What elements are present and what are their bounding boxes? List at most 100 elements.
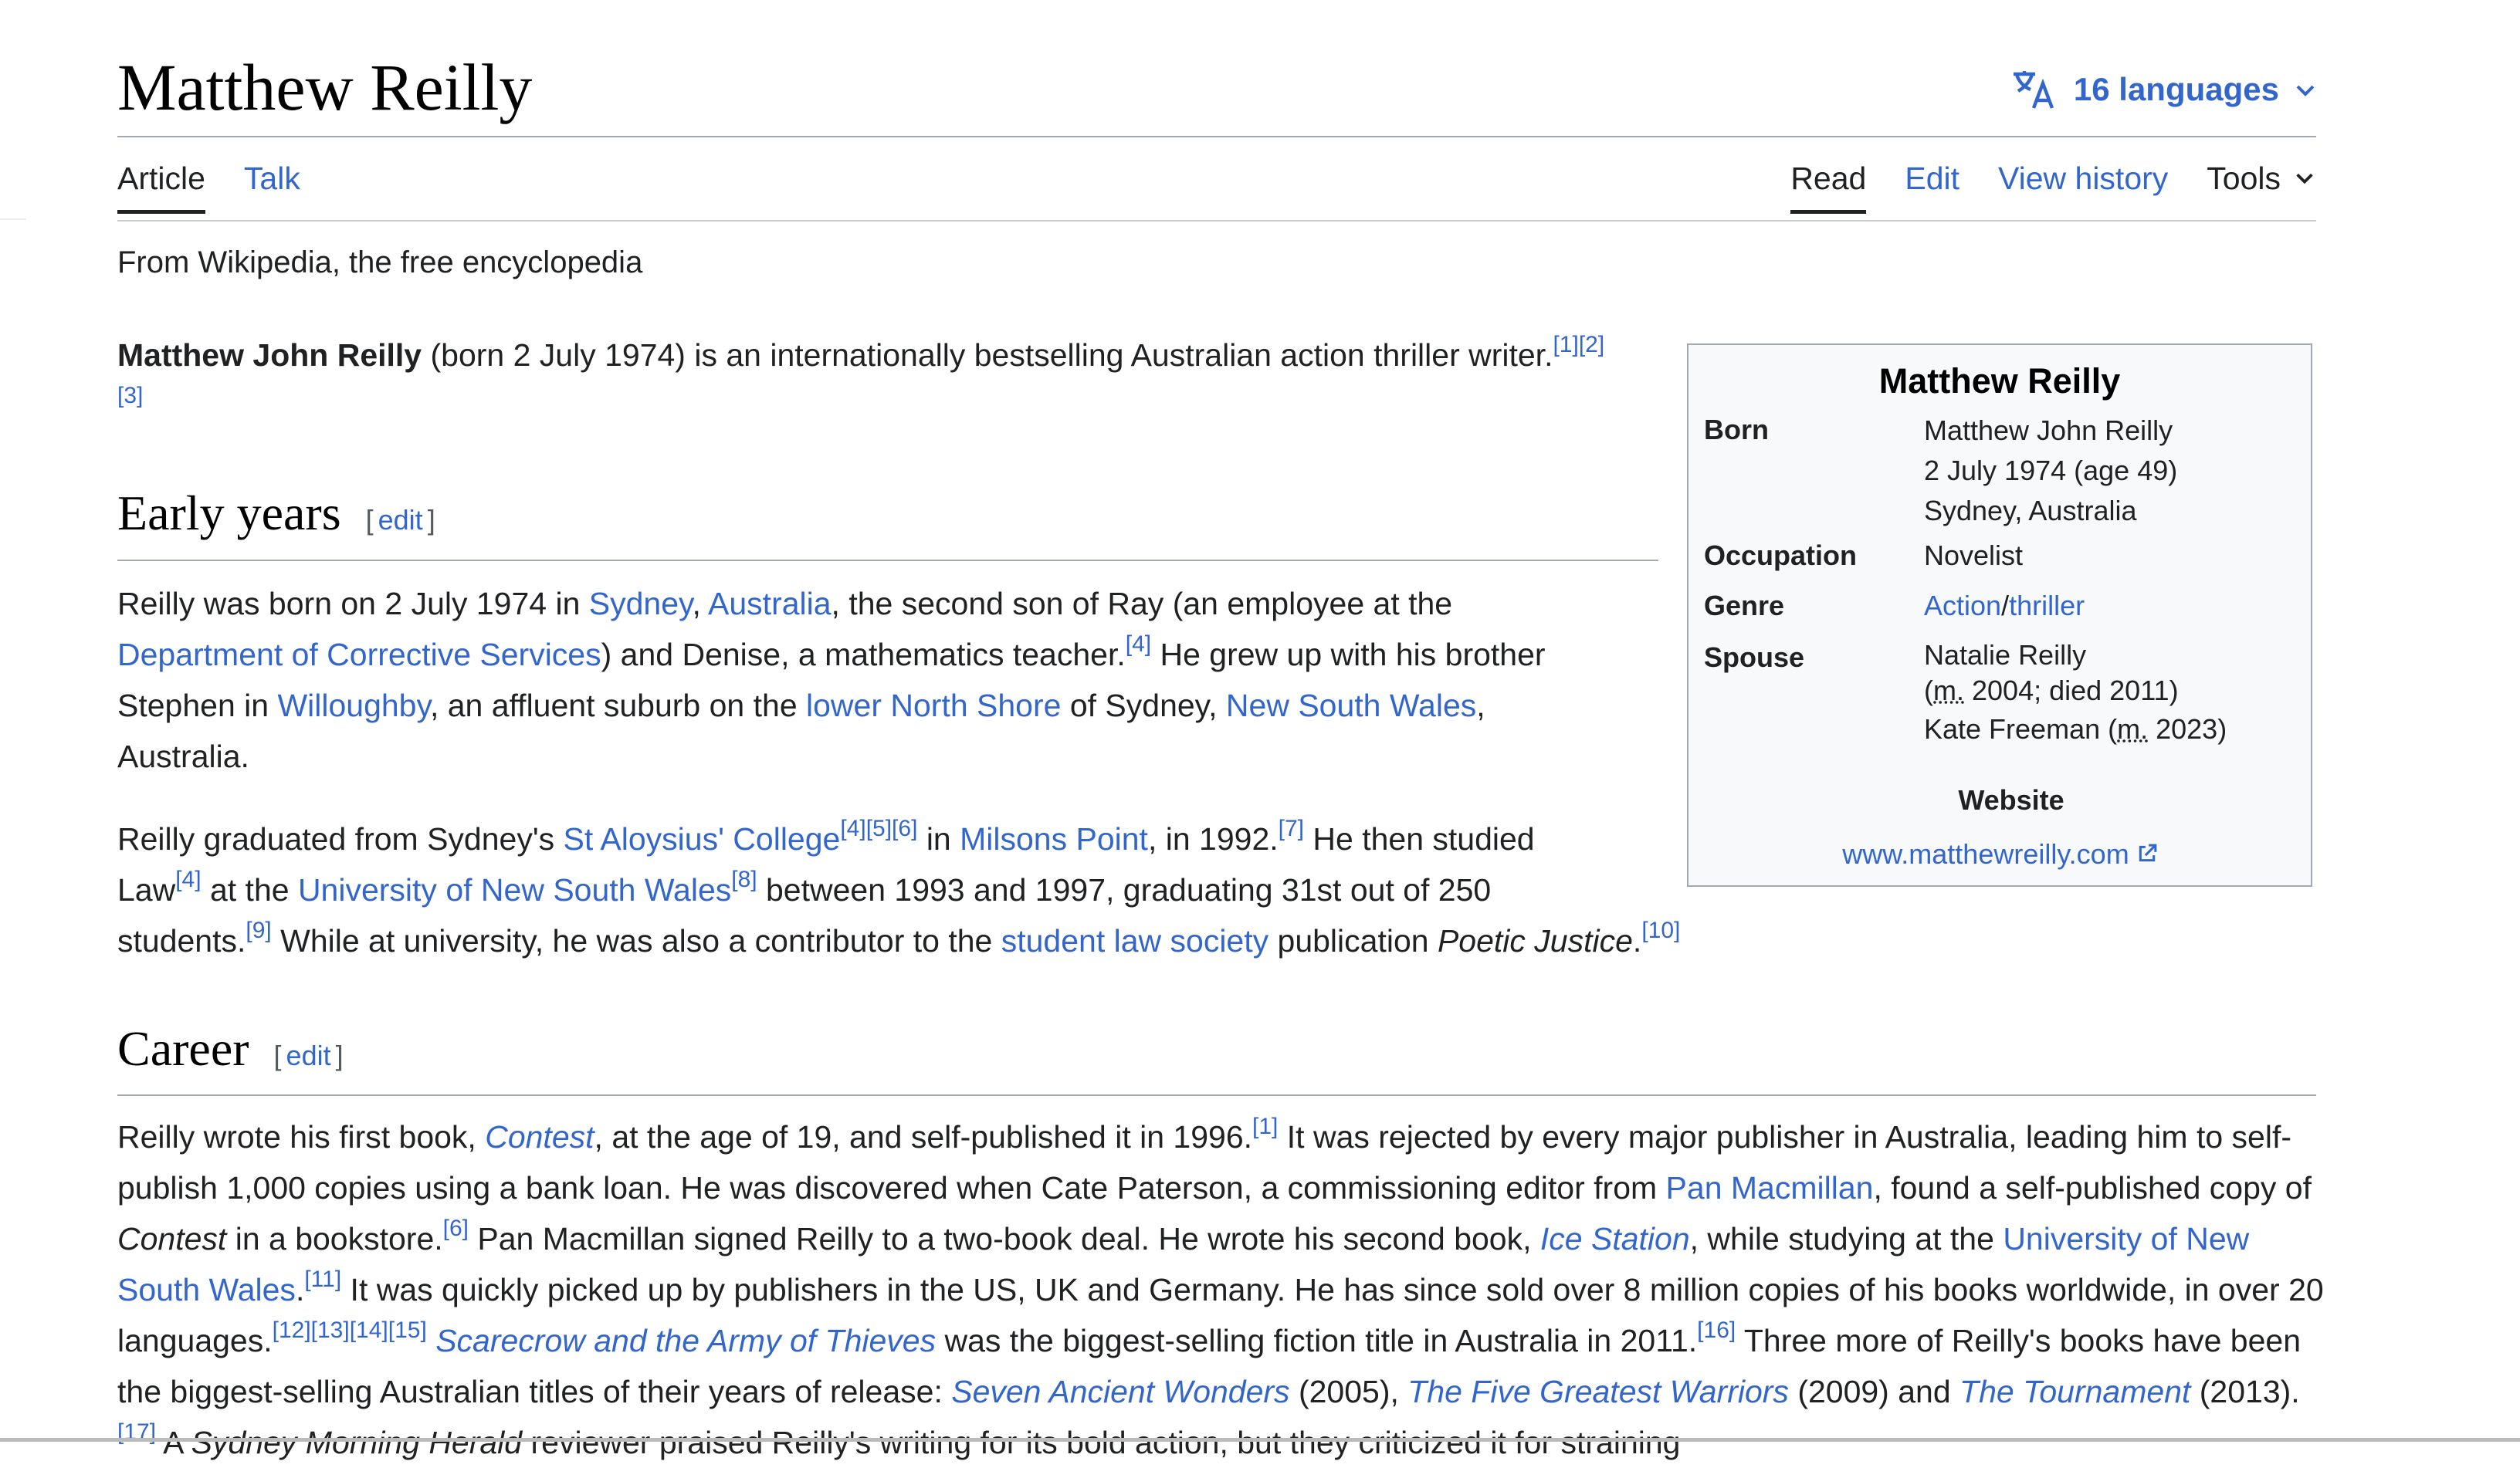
citation-ref[interactable]: [4] — [175, 867, 201, 892]
genre-separator: / — [2001, 590, 2010, 621]
languages-button[interactable]: 16 languages — [2010, 68, 2318, 111]
tab-article[interactable]: Article — [117, 161, 205, 214]
text-run: , an affluent suburb on the — [429, 688, 807, 723]
text-run: , found a self-published copy of — [1873, 1170, 2312, 1206]
wiki-link[interactable]: Milsons Point — [960, 821, 1148, 857]
text-run: ) and Denise, a mathematics teacher. — [601, 637, 1126, 672]
text-run: Reilly wrote his first book, — [117, 1119, 486, 1155]
infobox-label: Website — [1958, 784, 2064, 816]
section-divider — [117, 1094, 2316, 1096]
section-heading-early-years: Early years [edit] — [117, 485, 435, 542]
wiki-link[interactable]: The Tournament — [1959, 1374, 2190, 1409]
wiki-link[interactable]: St Aloysius' College — [564, 821, 841, 857]
tab-edit[interactable]: Edit — [1905, 161, 1959, 214]
spouse-2: Kate Freeman (m. 2023) — [1924, 709, 2295, 749]
wiki-link[interactable]: lower North Shore — [806, 688, 1061, 723]
wiki-link[interactable]: Seven Ancient Wonders — [951, 1374, 1289, 1409]
text-run: , — [692, 586, 709, 621]
married-abbr: m. — [1933, 675, 1964, 706]
site-tagline: From Wikipedia, the free encyclopedia — [117, 245, 643, 279]
edit-link[interactable]: edit — [286, 1040, 331, 1071]
citation-ref[interactable]: [10] — [1641, 918, 1680, 943]
text-run: (2005), — [1289, 1374, 1408, 1409]
early-years-paragraph-2: Reilly graduated from Sydney's St Aloysi… — [117, 813, 1893, 966]
text-run: was the biggest-selling fiction title in… — [936, 1323, 1698, 1358]
citation-ref[interactable]: [4] — [1126, 631, 1151, 657]
chevron-down-icon — [2293, 77, 2318, 102]
infobox-value: Novelist — [1924, 540, 2024, 571]
view-tabs: Read Edit View history Tools — [1790, 161, 2316, 214]
text-run: . — [295, 1272, 305, 1307]
heading-text: Career — [117, 1021, 249, 1076]
edit-link[interactable]: edit — [378, 504, 423, 536]
italic-text: Poetic Justice — [1437, 923, 1633, 959]
tab-read[interactable]: Read — [1790, 161, 1867, 214]
tab-talk[interactable]: Talk — [244, 161, 300, 214]
early-years-paragraph-1: Reilly was born on 2 July 1974 in Sydney… — [117, 578, 1615, 782]
wiki-link[interactable]: Ice Station — [1540, 1221, 1690, 1257]
citation-ref[interactable]: [6] — [443, 1216, 469, 1241]
section-edit: [edit] — [273, 1040, 344, 1071]
wiki-link[interactable]: Scarecrow and the Army of Thieves — [435, 1323, 936, 1358]
career-paragraph: Reilly wrote his first book, Contest, at… — [117, 1111, 2325, 1468]
viewport-edge — [0, 1438, 2520, 1442]
citation-ref[interactable]: [9] — [246, 918, 271, 943]
text-run: A — [156, 1425, 191, 1460]
wiki-link[interactable]: New South Wales — [1226, 688, 1476, 723]
born-date: 2 July 1974 (age 49) — [1924, 455, 2178, 486]
sidebar-edge — [0, 218, 26, 220]
spouse-1-detail: (m. 2004; died 2011) — [1924, 675, 2179, 706]
wiki-link[interactable]: Contest — [485, 1119, 594, 1155]
genre-action-link[interactable]: Action — [1924, 590, 2001, 621]
citation-ref[interactable]: [4][5][6] — [840, 816, 917, 841]
paragraph-line: Reilly graduated from Sydney's St Aloysi… — [117, 813, 1893, 864]
married-abbr: m. — [2117, 713, 2149, 745]
spouse-1: Natalie Reilly — [1924, 639, 2087, 671]
title-divider — [117, 136, 2316, 137]
page-title: Matthew Reilly — [117, 50, 533, 124]
text-run: between 1993 and 1997, graduating 31st o… — [757, 872, 1492, 908]
citation-ref[interactable]: [1] — [1252, 1114, 1278, 1139]
wiki-link[interactable]: student law society — [1001, 923, 1268, 959]
wiki-link[interactable]: Pan Macmillan — [1666, 1170, 1874, 1206]
text-run: , at the age of 19, and self-published i… — [594, 1119, 1253, 1155]
infobox-row-occupation: Occupation Novelist — [1704, 536, 2295, 575]
citation-ref[interactable]: [8] — [731, 867, 757, 892]
wiki-link[interactable]: Australia — [708, 586, 832, 621]
spouse-2-dates: 2023) — [2148, 713, 2227, 745]
citation-ref[interactable]: [11] — [304, 1267, 341, 1292]
tabs-divider — [117, 220, 2316, 222]
text-run: Reilly was born on 2 July 1974 in — [117, 586, 589, 621]
infobox: Matthew Reilly Born Matthew John Reilly … — [1687, 343, 2312, 887]
infobox-value: Natalie Reilly (m. 2004; died 2011) Kate… — [1924, 638, 2295, 749]
wiki-link[interactable]: University of New South Wales — [298, 872, 731, 908]
italic-text: Sydney Morning Herald — [191, 1425, 523, 1460]
italic-text: Contest — [117, 1221, 227, 1257]
genre-thriller-link[interactable]: thriller — [2009, 590, 2085, 621]
born-place: Sydney, Australia — [1924, 495, 2137, 526]
infobox-label: Genre — [1704, 590, 1785, 621]
citation-ref[interactable]: [16] — [1697, 1317, 1736, 1343]
tab-view-history[interactable]: View history — [1998, 161, 2168, 214]
wiki-link[interactable]: Willoughby — [277, 688, 430, 723]
chevron-down-icon — [2293, 161, 2316, 197]
text-run: While at university, he was also a contr… — [271, 923, 1001, 959]
spouse-1-dates: 2004; died 2011) — [1964, 675, 2179, 706]
citation-ref[interactable]: [12][13][14][15] — [273, 1317, 427, 1343]
wiki-link[interactable]: Department of Corrective Services — [117, 637, 601, 672]
citation-ref[interactable]: [7] — [1279, 816, 1304, 841]
wiki-link[interactable]: Sydney — [589, 586, 693, 621]
text-run: , the second son of Ray (an employee at … — [831, 586, 1453, 621]
infobox-row-spouse: Spouse Natalie Reilly (m. 2004; died 201… — [1704, 638, 2295, 749]
text-run: at the — [201, 872, 298, 908]
text-run: publication — [1268, 923, 1438, 959]
tools-menu[interactable]: Tools — [2207, 161, 2316, 214]
text-run: Reilly graduated from Sydney's — [117, 821, 564, 857]
text-run: , while studying at the — [1689, 1221, 2003, 1257]
text-run: He then studied — [1304, 821, 1535, 857]
wiki-link[interactable]: The Five Greatest Warriors — [1407, 1374, 1789, 1409]
infobox-label: Spouse — [1704, 641, 1805, 673]
text-run: reviewer praised Reilly's writing for it… — [522, 1425, 1681, 1460]
born-name: Matthew John Reilly — [1924, 414, 2173, 446]
website-link[interactable]: www.matthewreilly.com — [1842, 838, 2129, 870]
